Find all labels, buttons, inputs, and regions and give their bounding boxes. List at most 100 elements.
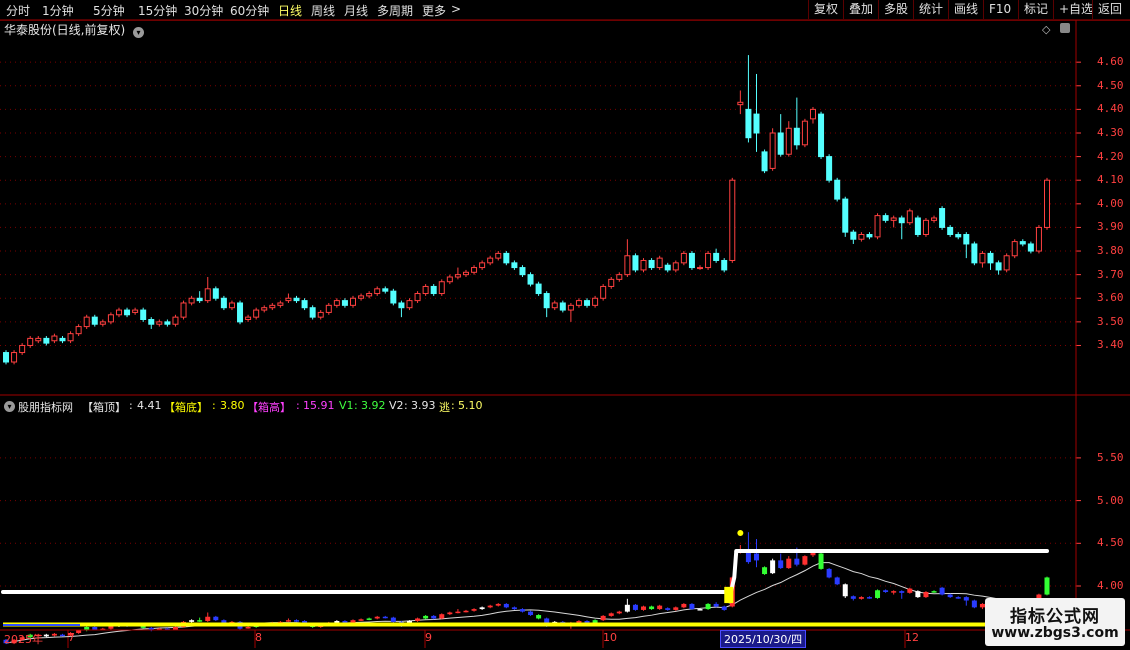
indicator-candle-body bbox=[487, 605, 493, 608]
candle-body-up bbox=[75, 326, 82, 335]
candle-body-down bbox=[535, 283, 542, 295]
candle-body-up bbox=[422, 285, 429, 295]
candle-body-down bbox=[898, 217, 905, 224]
month-label: 7 bbox=[68, 631, 75, 644]
candle-body-up bbox=[414, 293, 421, 302]
candle-body-up bbox=[462, 271, 469, 276]
indicator-candle-body bbox=[43, 634, 49, 637]
candle-body-down bbox=[430, 285, 437, 295]
candle-body-up bbox=[67, 333, 74, 342]
candle-body-down bbox=[745, 108, 752, 139]
indicator-candle-body bbox=[753, 553, 759, 561]
indicator-candle-body bbox=[657, 605, 663, 610]
candle-body-up bbox=[27, 337, 34, 346]
indicator-candle-body bbox=[826, 568, 832, 578]
candle-body-down bbox=[220, 297, 227, 309]
price-tick: 3.90 bbox=[1097, 220, 1124, 234]
candle-body-up bbox=[592, 297, 599, 306]
price-tick: 4.40 bbox=[1097, 102, 1124, 116]
month-label: 8 bbox=[255, 631, 262, 644]
candle-body-up bbox=[640, 259, 647, 271]
candle-body-up bbox=[269, 304, 276, 309]
indicator-candle-body bbox=[697, 609, 703, 611]
candle-body-down bbox=[632, 255, 639, 271]
indicator-candle-body bbox=[939, 587, 945, 595]
candle-body-down bbox=[503, 252, 510, 264]
price-tick: 4.20 bbox=[1097, 149, 1124, 163]
candle-body-up bbox=[333, 300, 340, 306]
candle-body-down bbox=[511, 262, 518, 269]
indicator-candle-body bbox=[665, 608, 671, 610]
candle-body-up bbox=[656, 257, 663, 269]
box-height-label: 【箱高】 bbox=[247, 401, 291, 414]
month-label: 10 bbox=[603, 631, 617, 644]
indicator-candle-body bbox=[511, 607, 517, 610]
candle-body-up bbox=[19, 344, 26, 354]
v2-colon: : bbox=[404, 399, 408, 412]
indicator-candle-body bbox=[374, 616, 380, 619]
candle-body-up bbox=[115, 309, 122, 316]
panel-settings-icon[interactable] bbox=[1060, 23, 1070, 33]
watermark-url: www.zbgs3.com bbox=[991, 625, 1119, 641]
candle-body-down bbox=[341, 300, 348, 306]
candle-body-up bbox=[1003, 255, 1010, 271]
indicator-candle-body bbox=[447, 612, 453, 615]
candle-body-up bbox=[35, 337, 42, 342]
candle-body-down bbox=[688, 252, 695, 269]
candle-body-up bbox=[1043, 179, 1051, 228]
candle-body-down bbox=[543, 293, 550, 309]
candle-body-up bbox=[107, 314, 114, 323]
indicator-candle-body bbox=[794, 558, 800, 565]
diamond-icon[interactable]: ◇ bbox=[1042, 23, 1050, 36]
indicator-tick: 5.50 bbox=[1097, 450, 1124, 464]
candle-body-down bbox=[664, 264, 671, 271]
v2-value: 3.93 bbox=[411, 399, 436, 412]
escape-value: 5.10 bbox=[458, 399, 483, 412]
candle-body-down bbox=[196, 297, 203, 302]
indicator-candle-body bbox=[76, 630, 82, 633]
panel-menu-chevron-icon[interactable]: ▾ bbox=[133, 27, 145, 38]
ma-line bbox=[5, 562, 1048, 644]
indicator-candle-body bbox=[834, 577, 840, 585]
indicator-candle-body bbox=[770, 560, 776, 574]
candle-body-down bbox=[59, 337, 66, 342]
candle-body-down bbox=[713, 252, 720, 261]
month-label: 9 bbox=[425, 631, 432, 644]
month-label: 12 bbox=[905, 631, 919, 644]
indicator-candle-body bbox=[536, 615, 542, 619]
candle-body-down bbox=[648, 259, 655, 269]
candle-body-down bbox=[390, 290, 397, 304]
chart-canvas[interactable] bbox=[0, 0, 1130, 650]
candle-body-down bbox=[761, 151, 768, 172]
candle-body-up bbox=[172, 316, 179, 325]
indicator-tick: 5.00 bbox=[1097, 493, 1124, 507]
indicator-candle-body bbox=[971, 600, 977, 608]
price-tick: 3.60 bbox=[1097, 291, 1124, 305]
candle-body-up bbox=[551, 302, 558, 309]
candle-body-down bbox=[148, 319, 155, 325]
candle-body-down bbox=[140, 309, 147, 321]
indicator-candle-body bbox=[1044, 577, 1050, 595]
candle-body-up bbox=[696, 267, 704, 270]
candle-body-up bbox=[600, 285, 607, 299]
v1-label: V1 bbox=[339, 399, 354, 412]
box-height-colon: : bbox=[296, 399, 300, 412]
candle-body-down bbox=[91, 316, 98, 325]
price-tick: 4.60 bbox=[1097, 55, 1124, 69]
indicator-candle-body bbox=[947, 594, 953, 598]
candle-body-up bbox=[325, 304, 332, 313]
candle-body-up bbox=[729, 179, 736, 261]
candle-body-up bbox=[446, 276, 453, 283]
candle-body-up bbox=[809, 108, 816, 120]
indicator-candle-body bbox=[213, 616, 219, 621]
indicator-menu-chevron-icon[interactable]: ▾ bbox=[4, 401, 15, 412]
candle-body-up bbox=[245, 316, 252, 321]
indicator-candle-body bbox=[673, 607, 679, 610]
indicator-candle-body bbox=[528, 611, 534, 616]
price-tick: 4.10 bbox=[1097, 173, 1124, 187]
indicator-candle-body bbox=[778, 560, 784, 569]
candle-body-up bbox=[487, 257, 494, 264]
candle-body-down bbox=[164, 321, 171, 325]
indicator-candle-body bbox=[415, 618, 421, 622]
indicator-candle-body bbox=[148, 627, 154, 630]
